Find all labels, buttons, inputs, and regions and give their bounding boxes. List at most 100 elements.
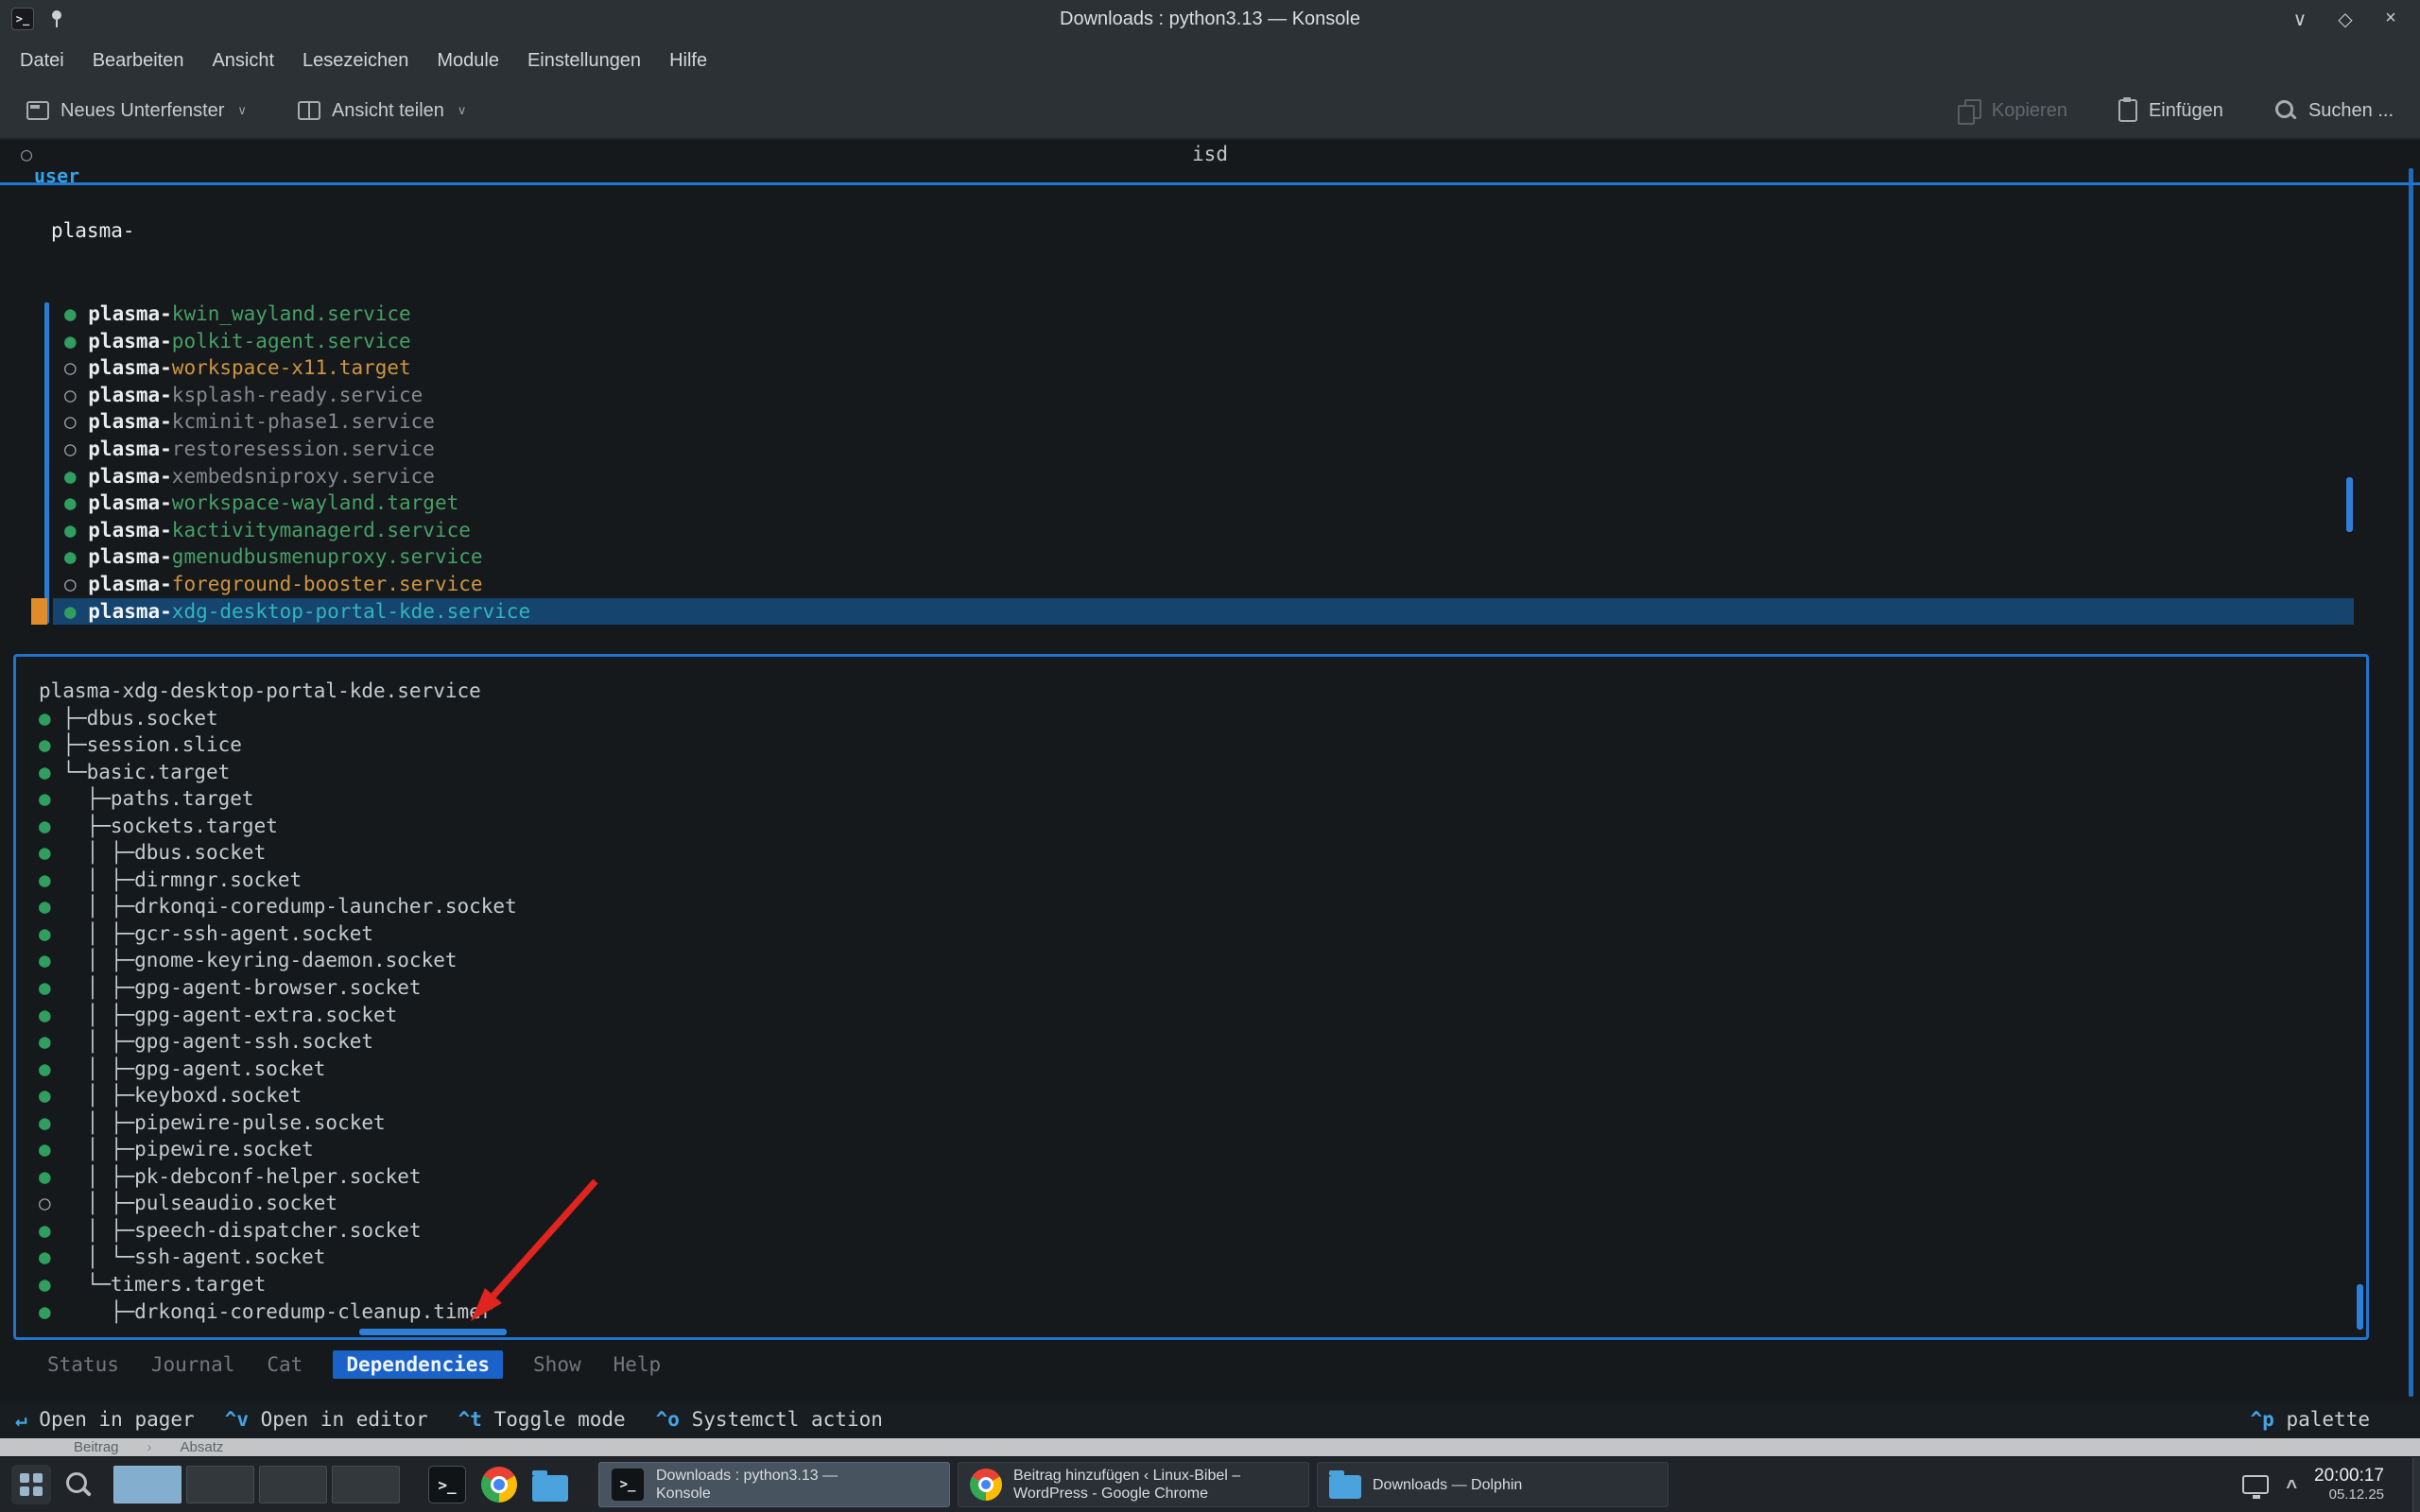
dependency-line[interactable]: ● │ ├─keyboxd.socket: [39, 1082, 2351, 1109]
menu-datei[interactable]: Datei: [6, 44, 78, 77]
window-maximize-button[interactable]: ◇: [2333, 8, 2358, 31]
service-row[interactable]: ●plasma-polkit-agent.service: [53, 328, 2354, 355]
menu-module[interactable]: Module: [423, 44, 513, 77]
service-row[interactable]: ●plasma-xembedsniproxy.service: [53, 463, 2354, 490]
service-name: workspace-x11.target: [172, 356, 411, 379]
tab-help[interactable]: Help: [612, 1350, 664, 1379]
pager-desktop-2[interactable]: [186, 1466, 254, 1503]
menu-bearbeiten[interactable]: Bearbeiten: [78, 44, 199, 77]
footer-hint[interactable]: ↵ Open in pager: [15, 1408, 195, 1431]
unit-search-input[interactable]: plasma-: [51, 219, 135, 242]
show-desktop-button[interactable]: [2412, 1457, 2420, 1512]
dependency-line[interactable]: ● │ ├─gcr-ssh-agent.socket: [39, 920, 2351, 948]
dependency-line[interactable]: ● │ ├─pk-debconf-helper.socket: [39, 1163, 2351, 1191]
pager-desktop-4[interactable]: [332, 1466, 400, 1503]
pager-desktop-1[interactable]: [113, 1466, 182, 1503]
chevron-down-icon[interactable]: ∨: [458, 103, 467, 118]
konsole-launcher-icon[interactable]: [428, 1466, 466, 1503]
dependency-line[interactable]: ● │ └─ssh-agent.socket: [39, 1244, 2351, 1271]
breadcrumb-item[interactable]: Beitrag: [74, 1439, 119, 1455]
service-prefix: plasma-: [88, 573, 172, 595]
tab-cat[interactable]: Cat: [265, 1350, 304, 1379]
window-minimize-button[interactable]: ∨: [2288, 8, 2312, 31]
app-launcher-icon[interactable]: [11, 1465, 51, 1504]
dependency-line[interactable]: ● │ ├─gpg-agent-browser.socket: [39, 974, 2351, 1002]
dependency-line[interactable]: ● ├─drkonqi-coredump-cleanup.timer: [39, 1298, 2351, 1326]
dependency-text: │ ├─keyboxd.socket: [51, 1084, 302, 1107]
tab-show[interactable]: Show: [531, 1350, 583, 1379]
menu-ansicht[interactable]: Ansicht: [198, 44, 288, 77]
dependency-line[interactable]: ● └─basic.target: [39, 759, 2351, 786]
footer-hint[interactable]: ^o Systemctl action: [656, 1408, 883, 1431]
new-tab-button[interactable]: Neues Unterfenster∨: [17, 93, 256, 129]
dependency-text: │ ├─gpg-agent-extra.socket: [51, 1004, 398, 1026]
services-scrollbar-thumb[interactable]: [2346, 477, 2353, 532]
breadcrumb-item[interactable]: Absatz: [181, 1439, 224, 1455]
chrome-launcher-icon[interactable]: [481, 1467, 517, 1503]
dependency-line[interactable]: ● ├─sockets.target: [39, 813, 2351, 840]
dependency-line[interactable]: ○ │ ├─pulseaudio.socket: [39, 1190, 2351, 1217]
display-tray-icon[interactable]: [2242, 1475, 2269, 1494]
footer-hint[interactable]: ^t Toggle mode: [458, 1408, 626, 1431]
dependency-line[interactable]: plasma-xdg-desktop-portal-kde.service: [39, 678, 2351, 705]
dependencies-pane[interactable]: plasma-xdg-desktop-portal-kde.service● ├…: [13, 654, 2369, 1340]
terminal-scrollbar[interactable]: [2409, 168, 2413, 1397]
dependency-line[interactable]: ● │ ├─gnome-keyring-daemon.socket: [39, 947, 2351, 974]
search-button[interactable]: Suchen ...: [2265, 92, 2403, 129]
tab-dependencies[interactable]: Dependencies: [333, 1350, 503, 1379]
dependencies-hscrollbar[interactable]: [359, 1329, 507, 1335]
dependency-line[interactable]: ● ├─paths.target: [39, 785, 2351, 813]
dependency-line[interactable]: ● │ ├─gpg-agent-extra.socket: [39, 1002, 2351, 1029]
terminal-area[interactable]: ○ isd user plasma- ●plasma-kwin_wayland.…: [0, 140, 2420, 1438]
dependency-line[interactable]: ● │ ├─pipewire.socket: [39, 1136, 2351, 1163]
split-view-icon: [298, 101, 320, 120]
menu-hilfe[interactable]: Hilfe: [655, 44, 721, 77]
dependency-line[interactable]: ● │ ├─pipewire-pulse.socket: [39, 1109, 2351, 1137]
menu-lesezeichen[interactable]: Lesezeichen: [288, 44, 423, 77]
dependency-line[interactable]: ● │ ├─drkonqi-coredump-launcher.socket: [39, 893, 2351, 920]
services-scrollbar[interactable]: [44, 302, 49, 624]
palette-hint[interactable]: ^p palette: [2251, 1408, 2370, 1431]
task-konsole[interactable]: Downloads : python3.13 —Konsole: [598, 1462, 950, 1507]
background-window-strip: Beitrag › Absatz: [0, 1438, 2420, 1456]
dependency-line[interactable]: ● │ ├─gpg-agent-ssh.socket: [39, 1028, 2351, 1056]
paste-button[interactable]: Einfügen: [2109, 92, 2233, 129]
pin-icon[interactable]: [49, 9, 68, 29]
service-row[interactable]: ○plasma-foreground-booster.service: [53, 571, 2354, 598]
section-user-tab[interactable]: user: [0, 166, 2420, 185]
service-row[interactable]: ●plasma-gmenudbusmenuproxy.service: [53, 543, 2354, 571]
service-row[interactable]: ●plasma-xdg-desktop-portal-kde.service: [53, 598, 2354, 626]
chevron-down-icon[interactable]: ∨: [237, 103, 247, 118]
service-row[interactable]: ○plasma-restoresession.service: [53, 436, 2354, 463]
search-icon[interactable]: [64, 1470, 93, 1499]
dependency-line[interactable]: ● │ ├─gpg-agent.socket: [39, 1056, 2351, 1083]
service-row[interactable]: ●plasma-kactivitymanagerd.service: [53, 517, 2354, 544]
pager-desktop-3[interactable]: [259, 1466, 327, 1503]
service-row[interactable]: ○plasma-kcminit-phase1.service: [53, 408, 2354, 436]
service-row[interactable]: ●plasma-kwin_wayland.service: [53, 301, 2354, 328]
digital-clock[interactable]: 20:00:17 05.12.25: [2314, 1466, 2384, 1503]
tab-journal[interactable]: Journal: [149, 1350, 237, 1379]
dolphin-launcher-icon[interactable]: [532, 1475, 568, 1502]
window-titlebar[interactable]: Downloads : python3.13 — Konsole ∨◇×: [0, 0, 2420, 38]
unit-status-icon: ○: [39, 1190, 51, 1217]
service-row[interactable]: ●plasma-workspace-wayland.target: [53, 490, 2354, 517]
task-title: Downloads — Dolphin: [1373, 1476, 1522, 1494]
footer-hint[interactable]: ^v Open in editor: [225, 1408, 428, 1431]
window-close-button[interactable]: ×: [2378, 8, 2403, 31]
service-row[interactable]: ○plasma-ksplash-ready.service: [53, 382, 2354, 409]
task-chrome[interactable]: Beitrag hinzufügen ‹ Linux-Bibel –WordPr…: [958, 1462, 1309, 1507]
menu-einstellungen[interactable]: Einstellungen: [513, 44, 655, 77]
dependency-line[interactable]: ● └─timers.target: [39, 1271, 2351, 1298]
dependency-line[interactable]: ● │ ├─dbus.socket: [39, 839, 2351, 867]
dependency-line[interactable]: ● ├─dbus.socket: [39, 705, 2351, 732]
dependency-line[interactable]: ● ├─session.slice: [39, 731, 2351, 759]
task-dolphin[interactable]: Downloads — Dolphin: [1317, 1462, 1668, 1507]
dependencies-vscrollbar[interactable]: [2357, 1284, 2363, 1330]
dependency-line[interactable]: ● │ ├─dirmngr.socket: [39, 867, 2351, 894]
tray-expand-icon[interactable]: ^: [2286, 1477, 2297, 1499]
service-row[interactable]: ○plasma-workspace-x11.target: [53, 354, 2354, 382]
split-view-button[interactable]: Ansicht teilen∨: [288, 93, 475, 129]
dependency-line[interactable]: ● │ ├─speech-dispatcher.socket: [39, 1217, 2351, 1245]
tab-status[interactable]: Status: [45, 1350, 121, 1379]
